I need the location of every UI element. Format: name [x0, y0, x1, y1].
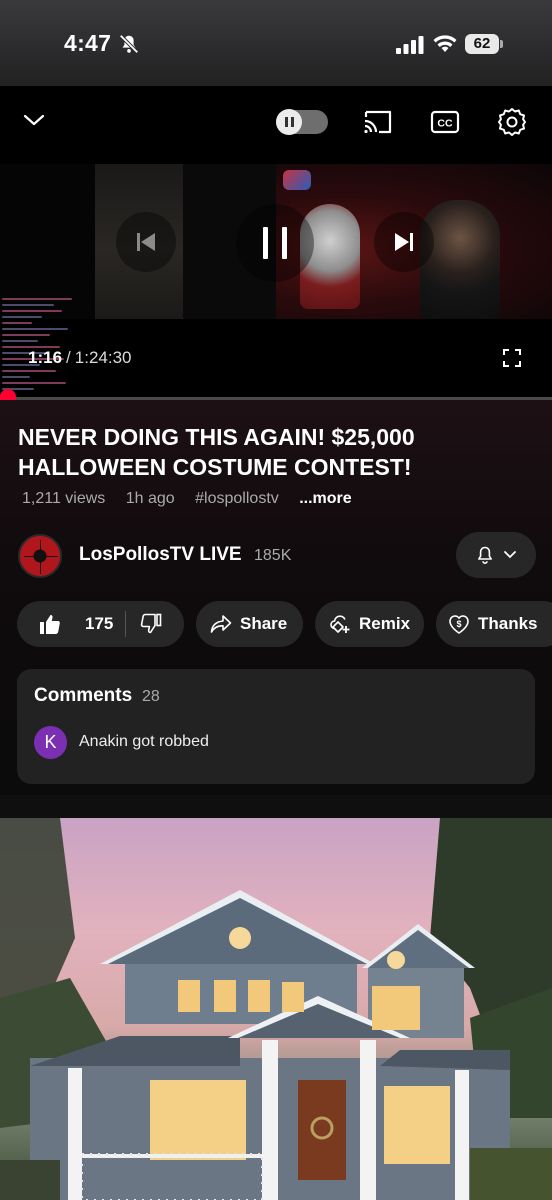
action-bar: 175 Share Remix $ Thanks — [0, 601, 552, 647]
duration: 1:24:30 — [74, 348, 132, 367]
chat-overlay — [0, 294, 92, 394]
pause-icon — [263, 227, 287, 259]
remix-button[interactable]: Remix — [315, 601, 424, 647]
autoplay-pause-icon — [276, 109, 302, 135]
battery-tip — [500, 40, 503, 48]
view-count: 1,211 views — [22, 490, 106, 507]
player-top-bar: CC — [0, 86, 552, 164]
channel-avatar[interactable] — [18, 534, 62, 578]
skip-previous-icon — [137, 233, 155, 251]
chevron-down-icon[interactable] — [22, 110, 46, 130]
gear-icon[interactable] — [496, 106, 528, 138]
commenter-avatar: K — [34, 726, 67, 759]
remix-icon — [330, 615, 350, 633]
cast-icon[interactable] — [362, 108, 394, 136]
like-dislike-group: 175 — [17, 601, 184, 647]
video-player[interactable]: 1:16/1:24:30 — [0, 164, 552, 400]
video-details: NEVER DOING THIS AGAIN! $25,000 HALLOWEE… — [0, 400, 552, 795]
streamer-figure — [420, 200, 500, 319]
bell-icon — [478, 546, 492, 564]
current-time: 1:16 — [28, 348, 63, 367]
status-bar: 4:47 62 — [0, 0, 552, 86]
remix-label: Remix — [359, 614, 411, 633]
channel-name[interactable]: LosPollosTV LIVE — [79, 544, 242, 566]
svg-text:$: $ — [456, 619, 461, 629]
next-button[interactable] — [374, 212, 434, 272]
pause-button[interactable] — [236, 204, 314, 282]
house-illustration — [0, 818, 552, 1200]
video-title: NEVER DOING THIS AGAIN! $25,000 HALLOWEE… — [18, 424, 415, 480]
more-link[interactable]: ...more — [299, 490, 351, 507]
like-button[interactable]: 175 — [17, 601, 125, 647]
wifi-icon — [433, 35, 457, 52]
like-count: 175 — [85, 614, 114, 633]
neon-sign — [283, 170, 311, 190]
thumbs-up-icon — [40, 615, 60, 634]
section-separator — [0, 795, 552, 818]
dislike-button[interactable] — [126, 601, 184, 647]
comments-card[interactable]: Comments 28 K Anakin got robbed — [17, 669, 535, 784]
svg-text:CC: CC — [437, 118, 453, 130]
bell-off-icon — [119, 34, 139, 54]
cc-icon[interactable]: CC — [430, 110, 460, 134]
share-arrow-icon — [210, 615, 232, 633]
time-readout: 1:16/1:24:30 — [28, 348, 132, 368]
house-thumbnail[interactable] — [0, 818, 552, 1200]
share-button[interactable]: Share — [196, 601, 303, 647]
comments-title: Comments — [34, 685, 133, 706]
channel-row[interactable]: LosPollosTV LIVE 185K — [0, 530, 552, 586]
battery-indicator: 62 — [465, 34, 503, 54]
thumbs-down-icon — [140, 613, 162, 634]
upload-age: 1h ago — [125, 490, 175, 507]
video-meta[interactable]: 1,211 views 1h ago #lospollostv ...more — [22, 490, 352, 508]
time-separator: / — [66, 348, 71, 367]
comments-count: 28 — [142, 688, 160, 705]
battery-level: 62 — [465, 34, 499, 54]
cellular-signal-icon — [396, 36, 424, 54]
share-label: Share — [240, 614, 288, 633]
top-comment-text: Anakin got robbed — [79, 733, 209, 750]
status-time: 4:47 — [64, 30, 112, 56]
skip-next-icon — [395, 233, 413, 251]
notification-bell-button[interactable] — [456, 532, 536, 578]
subscriber-count: 185K — [254, 547, 292, 564]
fullscreen-icon[interactable] — [502, 348, 522, 368]
thanks-label: Thanks — [478, 614, 538, 633]
autoplay-toggle[interactable] — [276, 109, 328, 135]
hashtag-link[interactable]: #lospollostv — [195, 490, 279, 507]
thanks-button[interactable]: $ Thanks — [436, 601, 552, 647]
chevron-down-icon — [504, 551, 516, 559]
previous-button[interactable] — [116, 212, 176, 272]
thanks-heart-icon: $ — [449, 615, 469, 634]
